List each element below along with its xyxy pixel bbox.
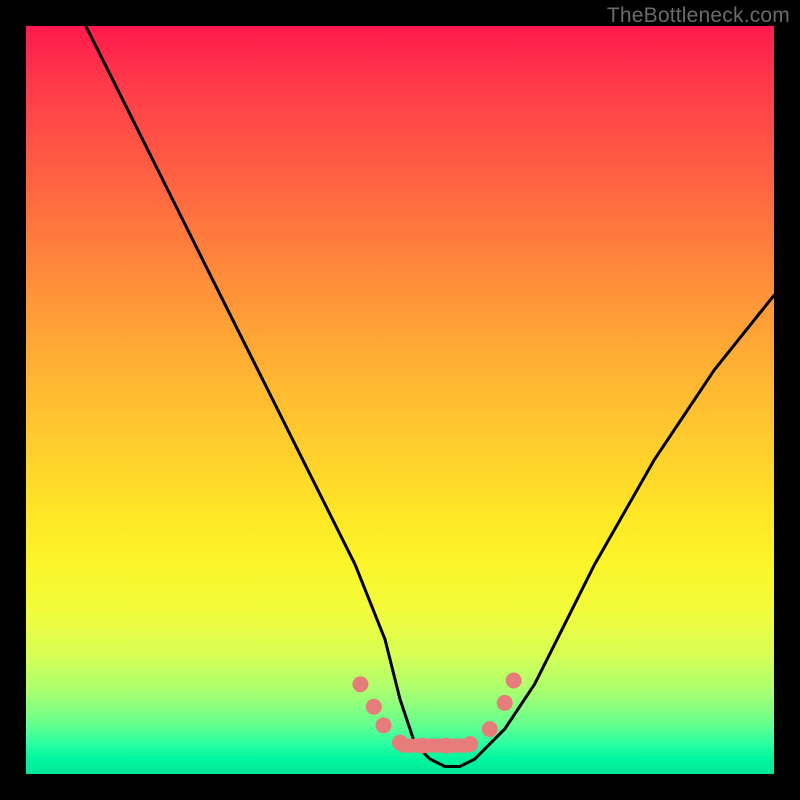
bottleneck-curve (86, 26, 774, 767)
marker-dot (376, 717, 392, 733)
marker-dot (414, 738, 430, 754)
marker-dot (506, 673, 522, 689)
marker-dot (366, 699, 382, 715)
marker-group (352, 673, 521, 754)
marker-dot (462, 736, 478, 752)
bottleneck-curve-path (86, 26, 774, 767)
chart-svg (26, 26, 774, 774)
chart-frame: TheBottleneck.com (0, 0, 800, 800)
marker-dot (352, 676, 368, 692)
plot-area (26, 26, 774, 774)
watermark-label: TheBottleneck.com (607, 4, 790, 28)
marker-dot (497, 695, 513, 711)
marker-dot (482, 721, 498, 737)
marker-dot (438, 738, 454, 754)
marker-dot (392, 735, 408, 751)
